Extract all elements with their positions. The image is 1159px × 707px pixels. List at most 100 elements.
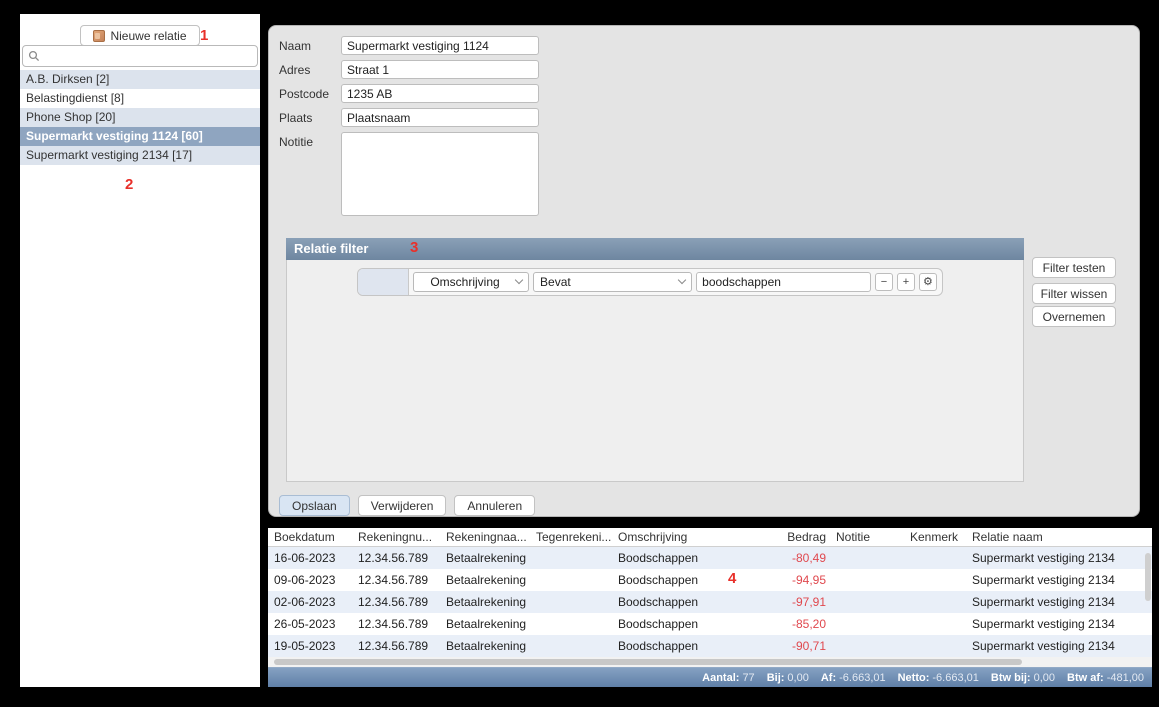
status-bar: Aantal: 77 Bij: 0,00 Af: -6.663,01 Netto… bbox=[268, 667, 1152, 687]
status-bij: Bij: 0,00 bbox=[767, 672, 809, 684]
relation-filter-header: Relatie filter bbox=[286, 238, 1024, 260]
col-notitie[interactable]: Notitie bbox=[830, 528, 904, 546]
filter-side-buttons: Filter testen Filter wissen Overnemen bbox=[1032, 257, 1116, 332]
cell-rekeningnaam: Betaalrekening bbox=[440, 613, 530, 635]
cell-relatie-naam: Supermarkt vestiging 2134 bbox=[966, 569, 1152, 591]
table-row[interactable]: 16-06-2023 12.34.56.789 Betaalrekening B… bbox=[268, 547, 1152, 569]
col-relatie-naam[interactable]: Relatie naam bbox=[966, 528, 1152, 546]
cell-rekeningnaam: Betaalrekening bbox=[440, 569, 530, 591]
relation-form: Naam Adres Postcode Plaats Notitie bbox=[279, 36, 539, 221]
filter-rule-row: Omschrijving Bevat − + ⚙ bbox=[357, 268, 943, 296]
table-horizontal-scrollbar[interactable] bbox=[268, 657, 1152, 667]
new-relation-label: Nieuwe relatie bbox=[110, 29, 186, 43]
relation-list-item[interactable]: Supermarkt vestiging 2134 [17] bbox=[20, 146, 260, 165]
filter-remove-button[interactable]: − bbox=[875, 273, 893, 291]
new-relation-button[interactable]: Nieuwe relatie bbox=[80, 25, 199, 46]
filter-add-button[interactable]: + bbox=[897, 273, 915, 291]
cell-omschrijving: Boodschappen bbox=[612, 613, 767, 635]
annotation-marker-2: 2 bbox=[125, 176, 133, 193]
cell-rekeningnummer: 12.34.56.789 bbox=[352, 591, 440, 613]
relation-list: A.B. Dirksen [2] Belastingdienst [8] Pho… bbox=[20, 70, 260, 165]
cell-rekeningnaam: Betaalrekening bbox=[440, 591, 530, 613]
filter-operator-select[interactable]: Bevat bbox=[533, 272, 692, 292]
table-vertical-scrollbar[interactable] bbox=[1145, 553, 1151, 601]
cell-boekdatum: 16-06-2023 bbox=[268, 547, 352, 569]
form-action-buttons: Opslaan Verwijderen Annuleren bbox=[279, 495, 535, 516]
cell-bedrag: -97,91 bbox=[767, 591, 830, 613]
col-boekdatum[interactable]: Boekdatum bbox=[268, 528, 352, 546]
table-header-row: Boekdatum Rekeningnu... Rekeningnaa... T… bbox=[268, 528, 1152, 547]
cell-kenmerk bbox=[904, 591, 966, 613]
cell-omschrijving: Boodschappen bbox=[612, 635, 767, 657]
annotation-marker-1: 1 bbox=[200, 27, 208, 44]
relation-filter-title: Relatie filter bbox=[294, 241, 368, 256]
col-omschrijving[interactable]: Omschrijving bbox=[612, 528, 767, 546]
col-bedrag[interactable]: Bedrag bbox=[767, 528, 830, 546]
table-row[interactable]: 02-06-2023 12.34.56.789 Betaalrekening B… bbox=[268, 591, 1152, 613]
filter-value-input[interactable] bbox=[696, 272, 871, 292]
cell-tegenrekening bbox=[530, 635, 612, 657]
col-rekeningnaam[interactable]: Rekeningnaa... bbox=[440, 528, 530, 546]
filter-settings-button gear-icon[interactable]: ⚙ bbox=[919, 273, 937, 291]
cell-kenmerk bbox=[904, 635, 966, 657]
filter-test-button[interactable]: Filter testen bbox=[1032, 257, 1116, 278]
table-row[interactable]: 19-05-2023 12.34.56.789 Betaalrekening B… bbox=[268, 635, 1152, 657]
cell-notitie bbox=[830, 569, 904, 591]
field-label-postcode: Postcode bbox=[279, 84, 341, 101]
filter-field-select[interactable]: Omschrijving bbox=[413, 272, 529, 292]
save-button[interactable]: Opslaan bbox=[279, 495, 350, 516]
relation-list-item[interactable]: Belastingdienst [8] bbox=[20, 89, 260, 108]
relation-detail-panel: Naam Adres Postcode Plaats Notitie Relat… bbox=[268, 25, 1140, 517]
cell-rekeningnaam: Betaalrekening bbox=[440, 547, 530, 569]
cell-omschrijving: Boodschappen bbox=[612, 569, 767, 591]
notitie-field[interactable] bbox=[341, 132, 539, 216]
cell-omschrijving: Boodschappen bbox=[612, 591, 767, 613]
cell-kenmerk bbox=[904, 547, 966, 569]
naam-field[interactable] bbox=[341, 36, 539, 55]
relation-list-item[interactable]: A.B. Dirksen [2] bbox=[20, 70, 260, 89]
status-netto: Netto: -6.663,01 bbox=[898, 672, 979, 684]
filter-apply-button[interactable]: Overnemen bbox=[1032, 306, 1116, 327]
cancel-button[interactable]: Annuleren bbox=[454, 495, 535, 516]
status-btw-af: Btw af: -481,00 bbox=[1067, 672, 1144, 684]
cell-bedrag: -94,95 bbox=[767, 569, 830, 591]
relation-search[interactable] bbox=[22, 45, 258, 67]
cell-relatie-naam: Supermarkt vestiging 2134 bbox=[966, 635, 1152, 657]
cell-bedrag: -80,49 bbox=[767, 547, 830, 569]
contact-card-icon bbox=[93, 30, 105, 42]
cell-rekeningnummer: 12.34.56.789 bbox=[352, 569, 440, 591]
chevron-down-icon bbox=[678, 276, 686, 284]
filter-clear-button[interactable]: Filter wissen bbox=[1032, 283, 1116, 304]
cell-tegenrekening bbox=[530, 547, 612, 569]
status-af: Af: -6.663,01 bbox=[821, 672, 886, 684]
status-btw-bij: Btw bij: 0,00 bbox=[991, 672, 1055, 684]
table-row[interactable]: 09-06-2023 12.34.56.789 Betaalrekening B… bbox=[268, 569, 1152, 591]
postcode-field[interactable] bbox=[341, 84, 539, 103]
col-rekeningnummer[interactable]: Rekeningnu... bbox=[352, 528, 440, 546]
cell-notitie bbox=[830, 613, 904, 635]
adres-field[interactable] bbox=[341, 60, 539, 79]
chevron-down-icon bbox=[515, 276, 523, 284]
col-kenmerk[interactable]: Kenmerk bbox=[904, 528, 966, 546]
sidebar-toolbar: Nieuwe relatie bbox=[20, 14, 260, 48]
cell-boekdatum: 09-06-2023 bbox=[268, 569, 352, 591]
field-label-naam: Naam bbox=[279, 36, 341, 53]
cell-notitie bbox=[830, 547, 904, 569]
col-tegenrekening[interactable]: Tegenrekeni... bbox=[530, 528, 612, 546]
filter-row-handle[interactable] bbox=[358, 269, 409, 295]
cell-relatie-naam: Supermarkt vestiging 2134 bbox=[966, 613, 1152, 635]
delete-button[interactable]: Verwijderen bbox=[358, 495, 447, 516]
scrollbar-thumb[interactable] bbox=[274, 659, 1022, 665]
plaats-field[interactable] bbox=[341, 108, 539, 127]
field-label-adres: Adres bbox=[279, 60, 341, 77]
status-aantal: Aantal: 77 bbox=[702, 672, 755, 684]
table-row[interactable]: 26-05-2023 12.34.56.789 Betaalrekening B… bbox=[268, 613, 1152, 635]
relation-list-item-selected[interactable]: Supermarkt vestiging 1124 [60] bbox=[20, 127, 260, 146]
cell-rekeningnummer: 12.34.56.789 bbox=[352, 613, 440, 635]
filter-operator-value: Bevat bbox=[540, 275, 673, 289]
transactions-table: Boekdatum Rekeningnu... Rekeningnaa... T… bbox=[268, 528, 1152, 657]
relation-list-item[interactable]: Phone Shop [20] bbox=[20, 108, 260, 127]
search-input[interactable] bbox=[44, 49, 252, 63]
cell-relatie-naam: Supermarkt vestiging 2134 bbox=[966, 591, 1152, 613]
filter-field-value: Omschrijving bbox=[420, 275, 510, 289]
